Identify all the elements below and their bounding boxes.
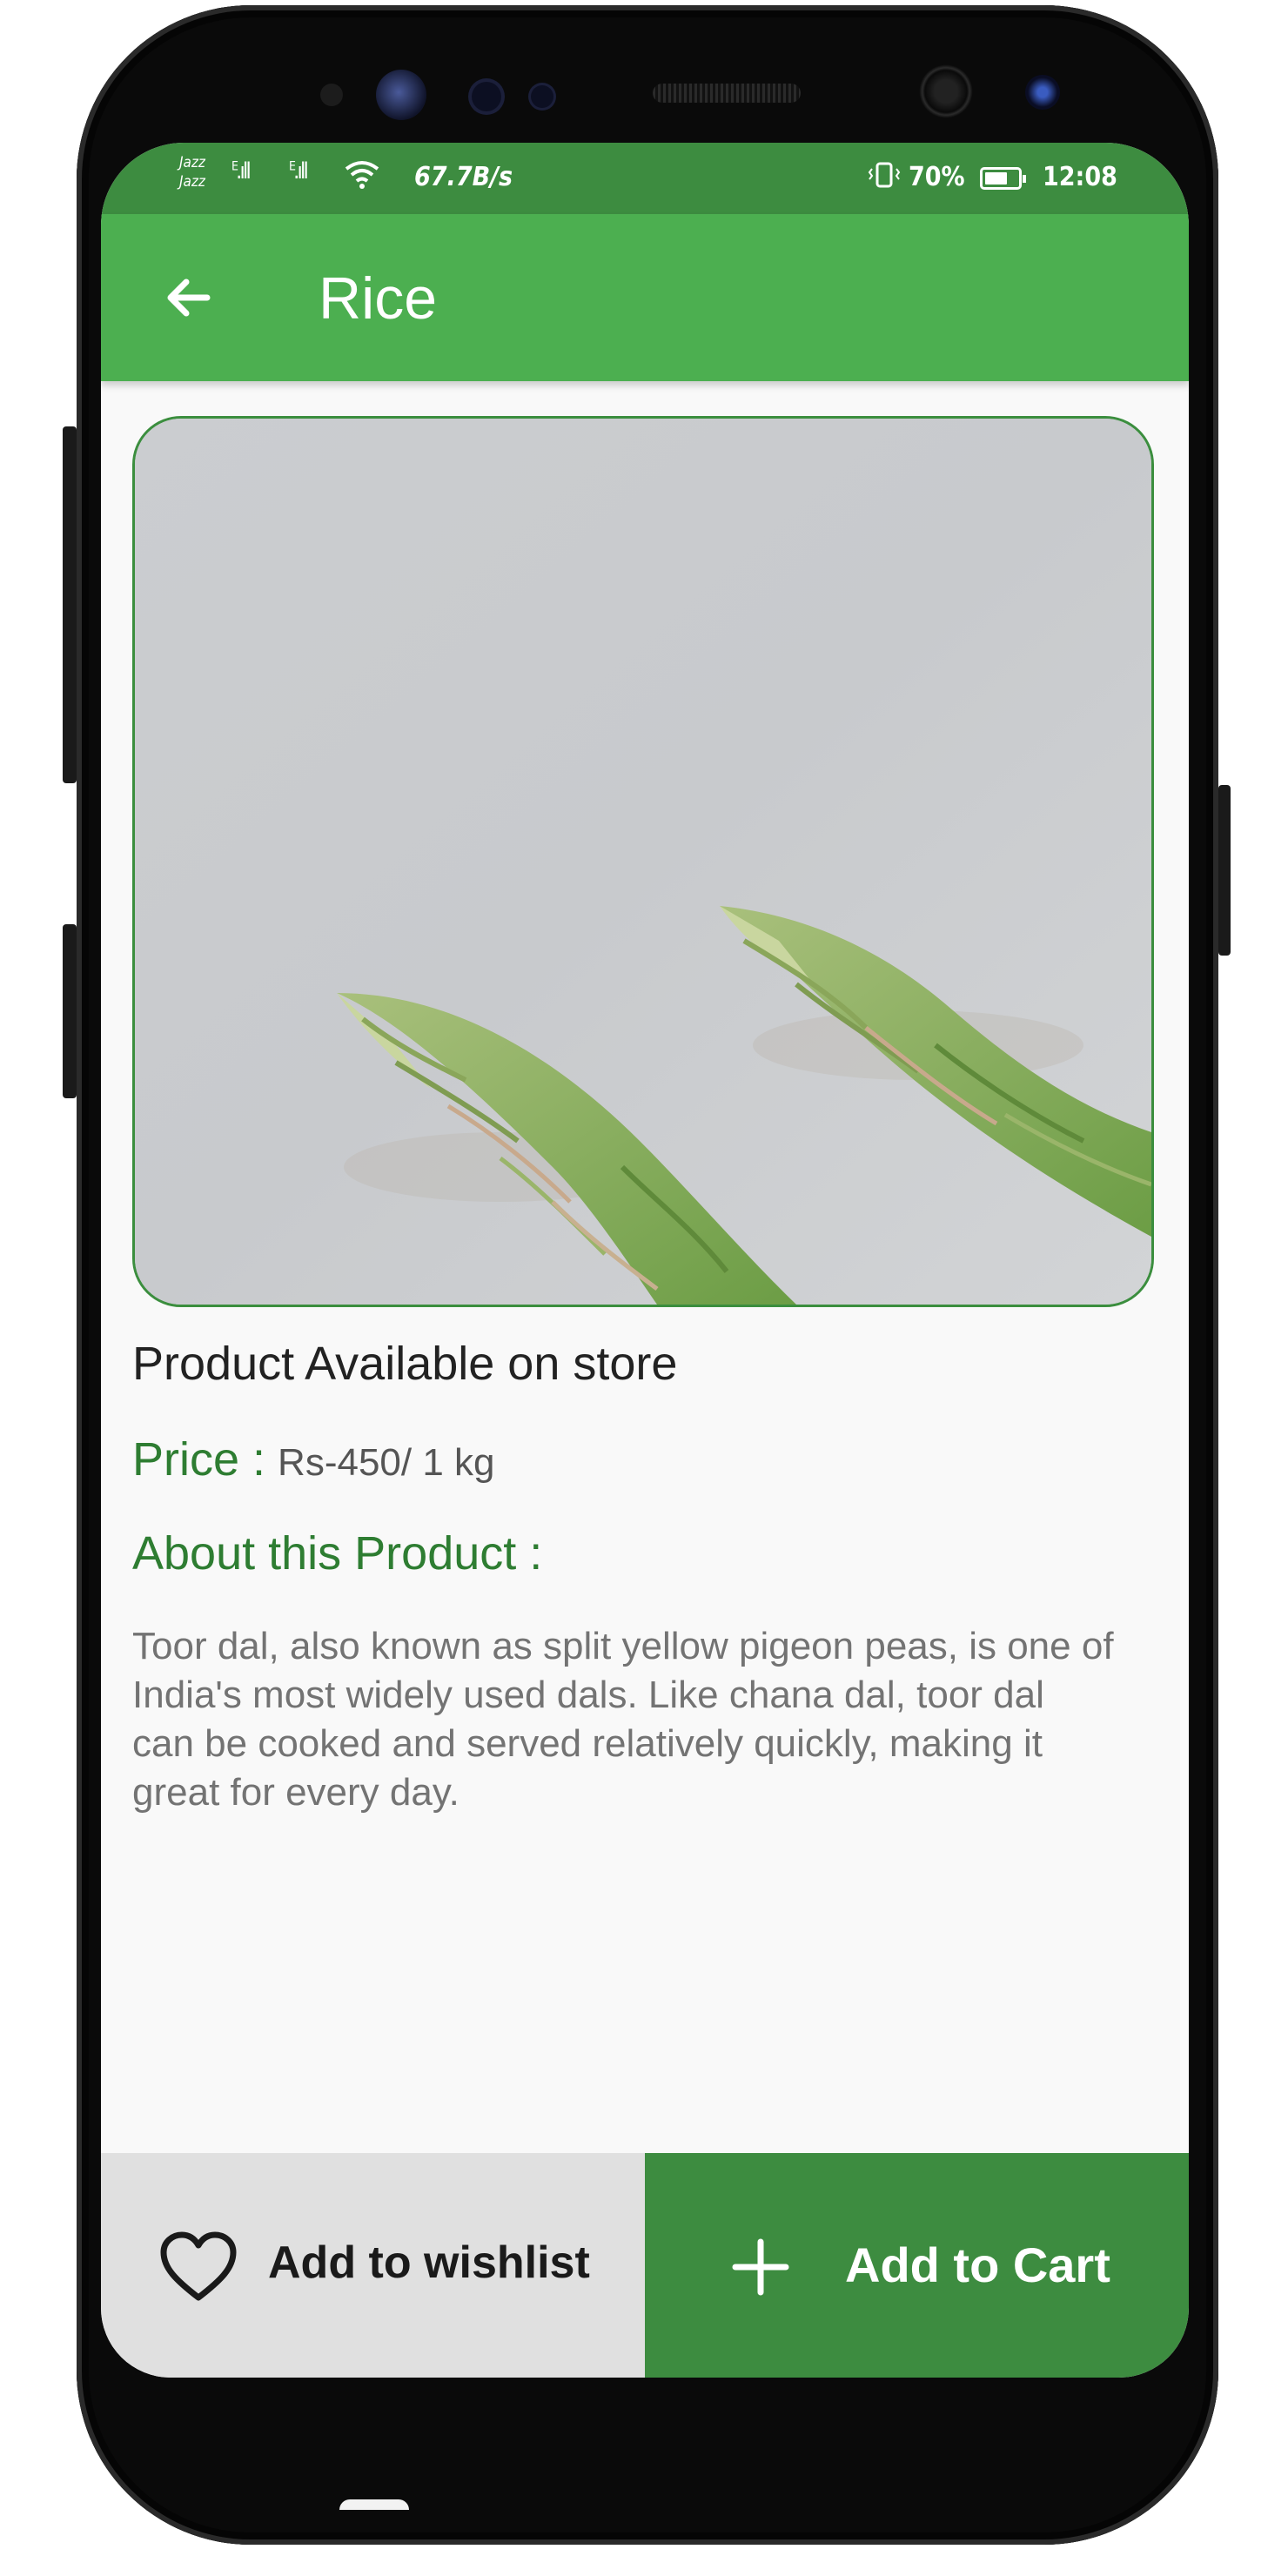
signal-icon: E.ıll (289, 158, 309, 184)
status-bar: Jazz Jazz E.ıll E.ıll 67.7B/s 70% 12:08 (101, 143, 1189, 214)
battery-level (985, 172, 1007, 184)
page-title: Rice (319, 265, 438, 332)
network-type-1: E (231, 159, 238, 174)
add-to-cart-button[interactable]: Add to Cart (645, 2153, 1189, 2378)
screen: Jazz Jazz E.ıll E.ıll 67.7B/s 70% 12:08 … (101, 143, 1189, 2378)
cart-label: Add to Cart (845, 2237, 1110, 2292)
front-camera (919, 64, 973, 118)
carrier-1: Jazz (179, 154, 205, 171)
stage: Jazz Jazz E.ıll E.ıll 67.7B/s 70% 12:08 … (0, 0, 1288, 2576)
price-value: Rs-450/ 1 kg (278, 1441, 495, 1484)
phone-bottom-edge (339, 2499, 409, 2510)
about-heading: About this Product : (132, 1527, 543, 1580)
earpiece-speaker (653, 84, 801, 103)
wifi-icon (343, 158, 381, 197)
product-description: Toor dal, also known as split yellow pig… (132, 1625, 1114, 1814)
power-button (1218, 785, 1231, 956)
sensor (531, 85, 553, 108)
app-bar: Rice (101, 214, 1189, 381)
carrier-names: Jazz Jazz (179, 153, 205, 191)
iris-scanner (376, 70, 426, 120)
bottom-action-bar: Add to wishlist Add to Cart (101, 2153, 1189, 2378)
sensor (472, 82, 501, 111)
add-to-wishlist-button[interactable]: Add to wishlist (101, 2153, 645, 2378)
volume-button (63, 426, 77, 783)
product-image (132, 416, 1154, 1307)
arrow-left-icon (167, 278, 211, 317)
vibrate-icon (867, 160, 902, 197)
camera-sensor (1025, 75, 1060, 110)
back-button[interactable] (153, 263, 223, 332)
battery-percent: 70% (909, 162, 965, 192)
bixby-button (63, 924, 77, 1098)
availability-text: Product Available on store (132, 1338, 678, 1390)
network-speed: 67.7B/s (414, 162, 513, 192)
wishlist-label: Add to wishlist (268, 2237, 590, 2288)
plus-icon (732, 2238, 789, 2296)
carrier-2: Jazz (179, 173, 205, 191)
network-type-2: E (289, 159, 296, 174)
price-row: Price : Rs-450/ 1 kg (132, 1432, 495, 1486)
battery-icon (980, 167, 1026, 190)
price-label: Price : (132, 1433, 266, 1486)
proximity-sensor (320, 84, 343, 106)
clock: 12:08 (1043, 162, 1117, 192)
signal-icon: E.ıll (231, 158, 252, 184)
heart-outline-icon (160, 2231, 237, 2301)
